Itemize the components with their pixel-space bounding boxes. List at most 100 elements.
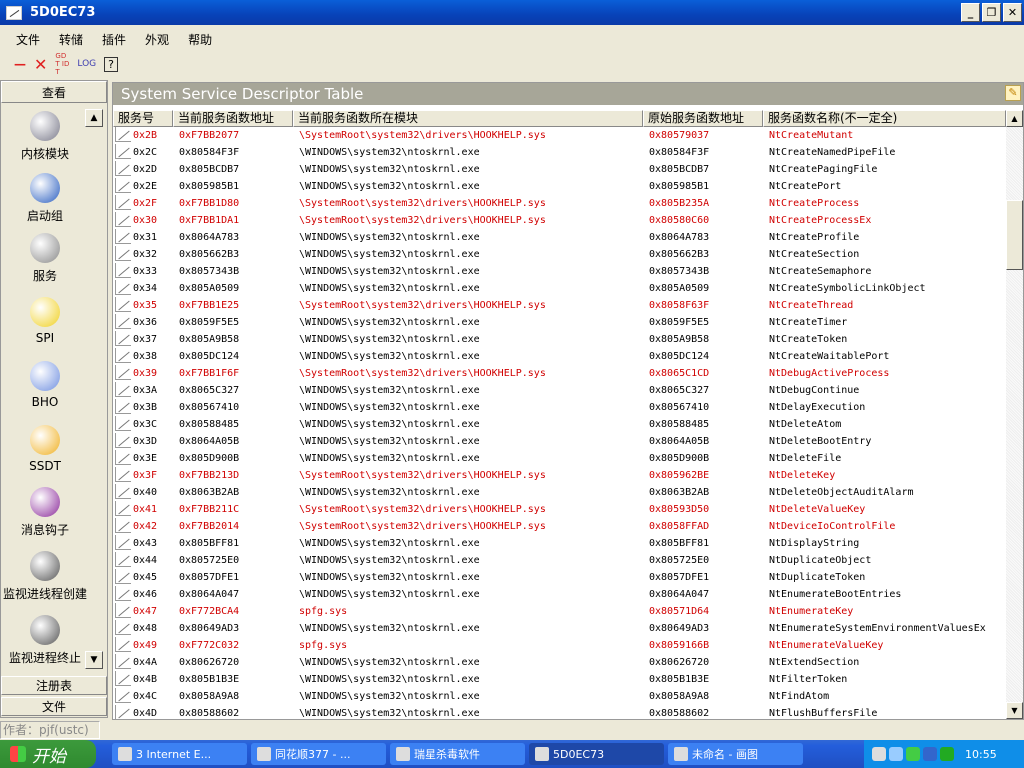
network-icon[interactable]: [889, 747, 903, 761]
cell-function-name: NtCreateWaitablePort: [769, 351, 890, 362]
col-current-module[interactable]: 当前服务函数所在模块: [293, 110, 643, 127]
col-function-name[interactable]: 服务函数名称(不一定全): [763, 110, 1006, 127]
sidebar-item[interactable]: 启动组: [1, 173, 89, 224]
table-row[interactable]: 0x3E 0x805D900B \WINDOWS\system32\ntoskrnl…: [113, 450, 1006, 467]
cell-original-address: 0x8063B2AB: [649, 487, 710, 498]
sidebar-item[interactable]: 监视进线程创建: [1, 551, 89, 602]
sidebar-scroll-down[interactable]: ▼: [85, 651, 103, 669]
taskbar-button[interactable]: 同花顺377 - ...: [251, 743, 386, 765]
col-service-id[interactable]: 服务号: [113, 110, 173, 127]
sidebar-item[interactable]: BHO: [1, 361, 89, 409]
table-row[interactable]: 0x32 0x805662B3 \WINDOWS\system32\ntoskrnl…: [113, 246, 1006, 263]
table-row[interactable]: 0x4D 0x80588602 \WINDOWS\system32\ntoskrnl…: [113, 705, 1006, 719]
menu-help[interactable]: 帮助: [188, 31, 212, 48]
row-icon: [115, 501, 131, 516]
sidebar-item[interactable]: SSDT: [1, 425, 89, 473]
menu-appearance[interactable]: 外观: [145, 31, 169, 48]
table-row[interactable]: 0x3F 0xF7BB213D \SystemRoot\system32\drive…: [113, 467, 1006, 484]
sidebar-item[interactable]: 消息钩子: [1, 487, 89, 538]
cell-original-address: 0x8058F63F: [649, 300, 710, 311]
table-row[interactable]: 0x49 0xF772C032 spfg.sys 0x8059166B NtEnumer…: [113, 637, 1006, 654]
gdt-idt-button[interactable]: GDT IDT: [55, 52, 69, 76]
table-row[interactable]: 0x2D 0x805BCDB7 \WINDOWS\system32\ntoskrnl…: [113, 161, 1006, 178]
col-current-address[interactable]: 当前服务函数地址: [173, 110, 293, 127]
table-row[interactable]: 0x35 0xF7BB1E25 \SystemRoot\system32\drive…: [113, 297, 1006, 314]
table-row[interactable]: 0x40 0x8063B2AB \WINDOWS\system32\ntoskrnl…: [113, 484, 1006, 501]
cell-original-address: 0x80567410: [649, 402, 710, 413]
table-row[interactable]: 0x44 0x805725E0 \WINDOWS\system32\ntoskrnl…: [113, 552, 1006, 569]
scroll-thumb[interactable]: [1006, 200, 1023, 270]
table-row[interactable]: 0x39 0xF7BB1F6F \SystemRoot\system32\drive…: [113, 365, 1006, 382]
table-row[interactable]: 0x3C 0x80588485 \WINDOWS\system32\ntoskrnl…: [113, 416, 1006, 433]
start-button[interactable]: 开始: [0, 740, 96, 768]
table-row[interactable]: 0x4A 0x80626720 \WINDOWS\system32\ntoskrnl…: [113, 654, 1006, 671]
cell-current-module: \SystemRoot\system32\drivers\HOOKHELP.sy…: [299, 215, 546, 226]
table-row[interactable]: 0x42 0xF7BB2014 \SystemRoot\system32\drive…: [113, 518, 1006, 535]
cell-function-name: NtDeleteFile: [769, 453, 842, 464]
table-row[interactable]: 0x2F 0xF7BB1D80 \SystemRoot\system32\drive…: [113, 195, 1006, 212]
sidebar-item[interactable]: SPI: [1, 297, 89, 345]
table-row[interactable]: 0x31 0x8064A783 \WINDOWS\system32\ntoskrnl…: [113, 229, 1006, 246]
menu-file[interactable]: 文件: [16, 31, 40, 48]
table-row[interactable]: 0x3A 0x8065C327 \WINDOWS\system32\ntoskrnl…: [113, 382, 1006, 399]
table-row[interactable]: 0x4C 0x8058A9A8 \WINDOWS\system32\ntoskrnl…: [113, 688, 1006, 705]
cell-service-id: 0x38: [133, 351, 158, 362]
taskbar-button[interactable]: 瑞星杀毒软件: [390, 743, 525, 765]
scroll-down-button[interactable]: ▼: [1006, 702, 1023, 719]
row-icon: [115, 178, 131, 193]
table-row[interactable]: 0x45 0x8057DFE1 \WINDOWS\system32\ntoskrnl…: [113, 569, 1006, 586]
help-button[interactable]: ?: [104, 56, 119, 72]
table-scrollbar[interactable]: ▲ ▼: [1006, 110, 1023, 719]
cell-service-id: 0x49: [133, 640, 158, 651]
scroll-up-button[interactable]: ▲: [1006, 110, 1023, 127]
table-row[interactable]: 0x30 0xF7BB1DA1 \SystemRoot\system32\drive…: [113, 212, 1006, 229]
table-row[interactable]: 0x41 0xF7BB211C \SystemRoot\system32\drive…: [113, 501, 1006, 518]
taskbar-button[interactable]: 5D0EC73: [529, 743, 664, 765]
table-row[interactable]: 0x36 0x8059F5E5 \WINDOWS\system32\ntoskrnl…: [113, 314, 1006, 331]
table-row[interactable]: 0x3B 0x80567410 \WINDOWS\system32\ntoskrnl…: [113, 399, 1006, 416]
menu-dump[interactable]: 转储: [59, 31, 83, 48]
sidebar-item[interactable]: 内核模块: [1, 111, 89, 162]
taskbar-button[interactable]: 未命名 - 画图: [668, 743, 803, 765]
taskbar-button[interactable]: 3 Internet E...: [112, 743, 247, 765]
antivirus-icon[interactable]: [923, 747, 937, 761]
shield-icon[interactable]: [906, 747, 920, 761]
table-row[interactable]: 0x37 0x805A9B58 \WINDOWS\system32\ntoskrnl…: [113, 331, 1006, 348]
menu-plugins[interactable]: 插件: [102, 31, 126, 48]
keyboard-icon[interactable]: [872, 747, 886, 761]
log-button[interactable]: LOG: [77, 59, 96, 69]
table-row[interactable]: 0x33 0x8057343B \WINDOWS\system32\ntoskrnl…: [113, 263, 1006, 280]
sidebar-view-header[interactable]: 查看: [1, 81, 107, 103]
minus-button[interactable]: —: [14, 57, 26, 71]
restore-button[interactable]: ❐: [982, 3, 1001, 22]
sidebar-item[interactable]: 服务: [1, 233, 89, 284]
sidebar-item[interactable]: 监视进程终止: [1, 615, 89, 666]
umbrella-icon[interactable]: [940, 747, 954, 761]
cell-function-name: NtFlushBuffersFile: [769, 708, 878, 719]
table-row[interactable]: 0x2B 0xF7BB2077 \SystemRoot\system32\drive…: [113, 127, 1006, 144]
cell-current-address: 0x8065C327: [179, 385, 240, 396]
table-row[interactable]: 0x38 0x805DC124 \WINDOWS\system32\ntoskrnl…: [113, 348, 1006, 365]
sidebar-item-label: SPI: [35, 331, 55, 345]
table-row[interactable]: 0x47 0xF772BCA4 spfg.sys 0x80571D64 NtEnumer…: [113, 603, 1006, 620]
pin-icon[interactable]: ✎: [1005, 85, 1021, 101]
cell-function-name: NtCreateProcessEx: [769, 215, 872, 226]
col-original-address[interactable]: 原始服务函数地址: [643, 110, 763, 127]
sidebar-file-button[interactable]: 文件: [1, 697, 107, 716]
table-row[interactable]: 0x2E 0x805985B1 \WINDOWS\system32\ntoskrnl…: [113, 178, 1006, 195]
table-row[interactable]: 0x3D 0x8064A05B \WINDOWS\system32\ntoskrnl…: [113, 433, 1006, 450]
app-icon: [6, 5, 22, 20]
minimize-button[interactable]: _: [961, 3, 980, 22]
cell-original-address: 0x8058A9A8: [649, 691, 710, 702]
table-row[interactable]: 0x46 0x8064A047 \WINDOWS\system32\ntoskrnl…: [113, 586, 1006, 603]
table-row[interactable]: 0x34 0x805A0509 \WINDOWS\system32\ntoskrnl…: [113, 280, 1006, 297]
table-row[interactable]: 0x43 0x805BFF81 \WINDOWS\system32\ntoskrnl…: [113, 535, 1006, 552]
close-button[interactable]: ✕: [1003, 3, 1022, 22]
table-row[interactable]: 0x48 0x80649AD3 \WINDOWS\system32\ntoskrnl…: [113, 620, 1006, 637]
table-row[interactable]: 0x4B 0x805B1B3E \WINDOWS\system32\ntoskrnl…: [113, 671, 1006, 688]
cell-current-address: 0x80588485: [179, 419, 240, 430]
sidebar-registry-button[interactable]: 注册表: [1, 676, 107, 695]
delete-button[interactable]: ✕: [34, 55, 47, 74]
cell-service-id: 0x47: [133, 606, 158, 617]
table-row[interactable]: 0x2C 0x80584F3F \WINDOWS\system32\ntoskrnl…: [113, 144, 1006, 161]
